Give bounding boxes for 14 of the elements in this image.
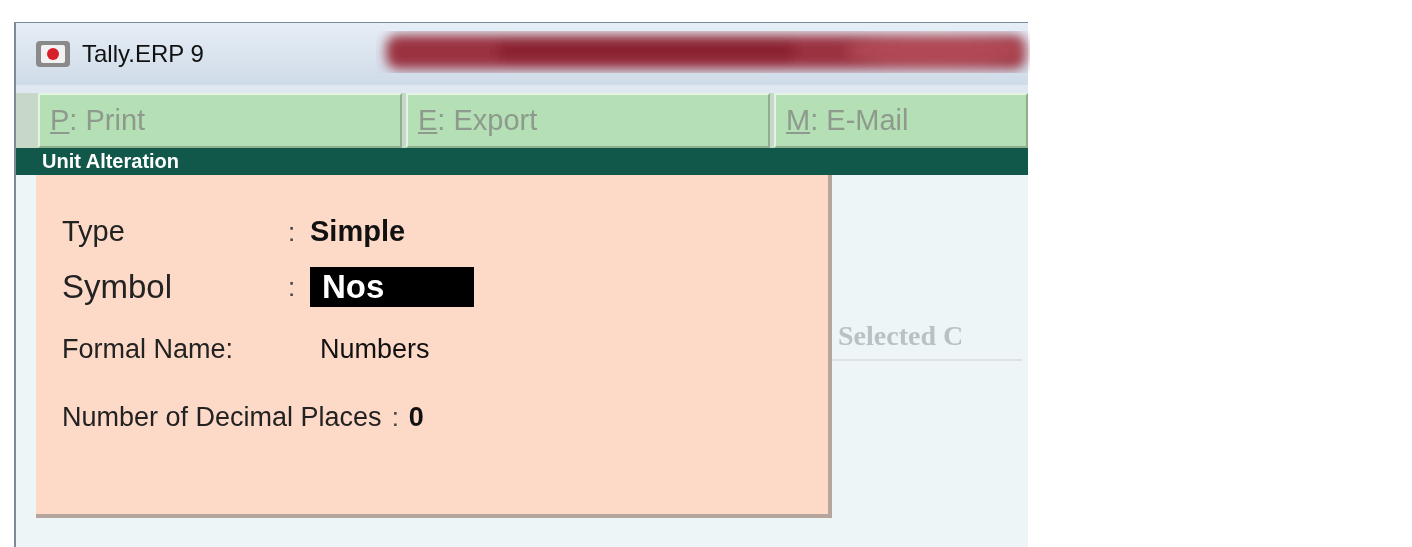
field-value[interactable]: 0 [408,396,424,438]
colon: : [288,270,297,304]
field-label: Number of Decimal Places [62,400,382,434]
panel-header: Unit Alteration [16,148,1028,175]
field-label: Type [62,214,126,250]
field-label: Symbol [62,267,174,308]
field-value[interactable]: Simple [310,210,406,254]
app-icon [34,39,72,69]
field-label: Formal Name: [62,332,235,366]
window-title: Tally.ERP 9 [82,39,204,69]
colon: : [288,215,297,249]
field-value[interactable]: Numbers [320,328,430,370]
field-value[interactable]: Nos [310,267,474,307]
colon: : [390,400,400,434]
